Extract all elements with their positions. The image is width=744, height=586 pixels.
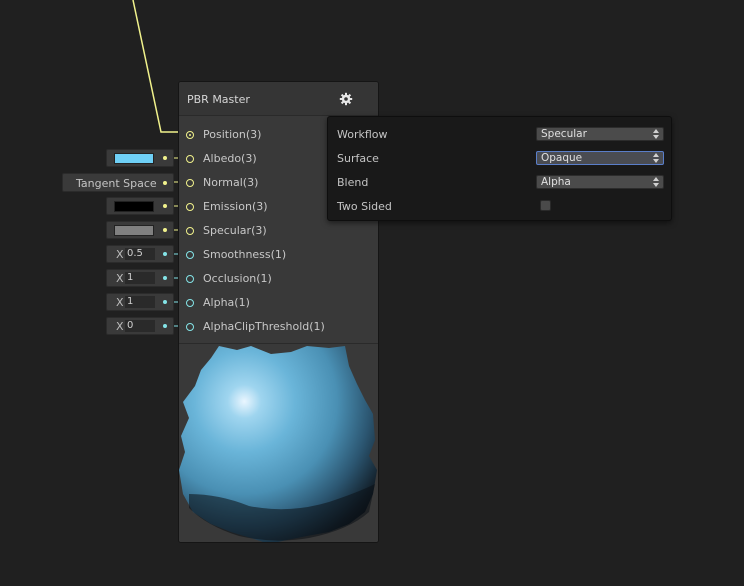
slot-label: Smoothness(1) xyxy=(203,248,287,261)
albedo-color-field[interactable] xyxy=(106,149,174,167)
two-sided-row: Two Sided xyxy=(328,197,671,217)
albedo-port[interactable] xyxy=(186,155,194,163)
normal-port[interactable] xyxy=(186,179,194,187)
updown-arrows-icon xyxy=(653,153,659,163)
occlusion-value[interactable]: 1 xyxy=(125,272,155,284)
specular-color-swatch[interactable] xyxy=(114,225,154,236)
normal-space-label: Tangent Space xyxy=(76,177,157,190)
material-preview[interactable] xyxy=(179,343,378,542)
workflow-row: Workflow Specular xyxy=(328,125,671,145)
smoothness-field[interactable]: X 0.5 xyxy=(106,245,174,263)
slot-label: Specular(3) xyxy=(203,224,267,237)
node-header[interactable]: PBR Master xyxy=(179,82,378,116)
slot-label: Albedo(3) xyxy=(203,152,257,165)
occlusion-port[interactable] xyxy=(186,275,194,283)
preview-sphere xyxy=(179,346,377,542)
blend-row: Blend Alpha xyxy=(328,173,671,193)
slot-occlusion[interactable]: Occlusion(1) xyxy=(179,271,378,289)
slot-label: Position(3) xyxy=(203,128,262,141)
surface-label: Surface xyxy=(337,152,379,165)
two-sided-checkbox[interactable] xyxy=(540,200,551,211)
slot-smoothness[interactable]: Smoothness(1) xyxy=(179,247,378,265)
normal-space-dropdown[interactable]: Tangent Space xyxy=(62,173,174,192)
smoothness-input-port[interactable] xyxy=(163,252,167,256)
blend-label: Blend xyxy=(337,176,369,189)
surface-row: Surface Opaque xyxy=(328,149,671,169)
alpha-clip-x-label: X xyxy=(116,320,124,333)
blend-dropdown[interactable]: Alpha xyxy=(536,175,664,189)
slot-alpha[interactable]: Alpha(1) xyxy=(179,295,378,313)
smoothness-x-label: X xyxy=(116,248,124,261)
alpha-field[interactable]: X 1 xyxy=(106,293,174,311)
albedo-color-swatch[interactable] xyxy=(114,153,154,164)
alpha-input-port[interactable] xyxy=(163,300,167,304)
position-port[interactable] xyxy=(186,131,194,139)
blend-value: Alpha xyxy=(541,176,571,188)
specular-port[interactable] xyxy=(186,227,194,235)
alpha-clip-value[interactable]: 0 xyxy=(125,320,155,332)
alpha-value[interactable]: 1 xyxy=(125,296,155,308)
surface-dropdown[interactable]: Opaque xyxy=(536,151,664,165)
occlusion-input-port[interactable] xyxy=(163,276,167,280)
surface-value: Opaque xyxy=(541,152,583,164)
slot-label: Emission(3) xyxy=(203,200,268,213)
workflow-value: Specular xyxy=(541,128,587,140)
alpha-clip-field[interactable]: X 0 xyxy=(106,317,174,335)
smoothness-value[interactable]: 0.5 xyxy=(125,248,155,260)
settings-panel: Workflow Specular Surface Opaque Blend A… xyxy=(327,116,672,221)
alpha-clip-threshold-port[interactable] xyxy=(186,323,194,331)
updown-arrows-icon xyxy=(653,129,659,139)
emission-color-field[interactable] xyxy=(106,197,174,215)
albedo-input-port[interactable] xyxy=(163,156,167,160)
node-title: PBR Master xyxy=(187,93,250,106)
slot-label: Normal(3) xyxy=(203,176,259,189)
smoothness-port[interactable] xyxy=(186,251,194,259)
emission-port[interactable] xyxy=(186,203,194,211)
emission-input-port[interactable] xyxy=(163,204,167,208)
workflow-dropdown[interactable]: Specular xyxy=(536,127,664,141)
emission-color-swatch[interactable] xyxy=(114,201,154,212)
gear-icon[interactable] xyxy=(339,92,353,106)
slot-label: AlphaClipThreshold(1) xyxy=(203,320,325,333)
alpha-port[interactable] xyxy=(186,299,194,307)
slot-label: Alpha(1) xyxy=(203,296,250,309)
slot-specular[interactable]: Specular(3) xyxy=(179,223,378,241)
occlusion-x-label: X xyxy=(116,272,124,285)
alpha-clip-input-port[interactable] xyxy=(163,324,167,328)
two-sided-label: Two Sided xyxy=(337,200,392,213)
workflow-label: Workflow xyxy=(337,128,388,141)
slot-alpha-clip-threshold[interactable]: AlphaClipThreshold(1) xyxy=(179,319,378,337)
normal-input-port[interactable] xyxy=(163,181,167,185)
specular-input-port[interactable] xyxy=(163,228,167,232)
occlusion-field[interactable]: X 1 xyxy=(106,269,174,287)
slot-label: Occlusion(1) xyxy=(203,272,272,285)
specular-color-field[interactable] xyxy=(106,221,174,239)
updown-arrows-icon xyxy=(653,177,659,187)
alpha-x-label: X xyxy=(116,296,124,309)
